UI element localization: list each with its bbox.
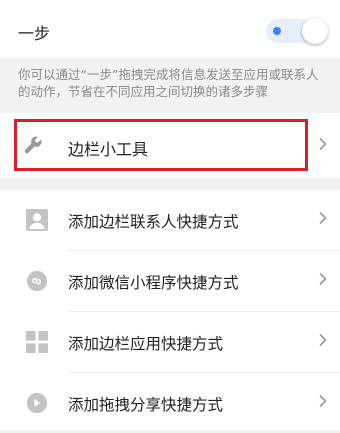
toggle-knob (302, 18, 328, 44)
chevron-right-icon (319, 395, 327, 407)
chevron-right-icon (319, 138, 327, 150)
shortcut-row-contact[interactable]: 添加边栏联系人快捷方式 (0, 190, 340, 250)
one-step-title: 一步 (18, 24, 51, 43)
chevron-right-icon (319, 334, 327, 346)
shortcut-label: 添加拖拽分享快捷方式 (68, 396, 224, 414)
shortcut-row-drag-share[interactable]: 添加拖拽分享快捷方式 (0, 373, 340, 433)
chevron-right-icon (319, 273, 327, 285)
shortcut-row-app[interactable]: 添加边栏应用快捷方式 (0, 312, 340, 372)
contact-person-icon (26, 209, 48, 231)
shortcut-row-mini-program[interactable]: 添加微信小程序快捷方式 (0, 251, 340, 311)
highlight-annotation-box (14, 119, 308, 171)
shortcuts-list: 添加边栏联系人快捷方式 添加微信小程序快捷方式 添加边栏应用快捷方式 添加拖拽分… (0, 190, 340, 430)
share-arrow-icon (26, 392, 48, 414)
one-step-setting-row: 一步 (0, 0, 340, 58)
chevron-right-icon (319, 212, 327, 224)
shortcut-label: 添加边栏应用快捷方式 (68, 335, 224, 353)
shortcut-label: 添加微信小程序快捷方式 (68, 274, 239, 292)
shortcut-label: 添加边栏联系人快捷方式 (68, 213, 239, 231)
app-grid-icon (26, 331, 48, 353)
toggle-on-indicator (273, 27, 281, 35)
one-step-toggle-switch[interactable] (266, 18, 328, 45)
one-step-description: 你可以通过“一步”拖拽完成将信息发送至应用或联系人的动作，节省在不同应用之间切换… (18, 67, 319, 99)
mini-program-icon (26, 270, 48, 292)
